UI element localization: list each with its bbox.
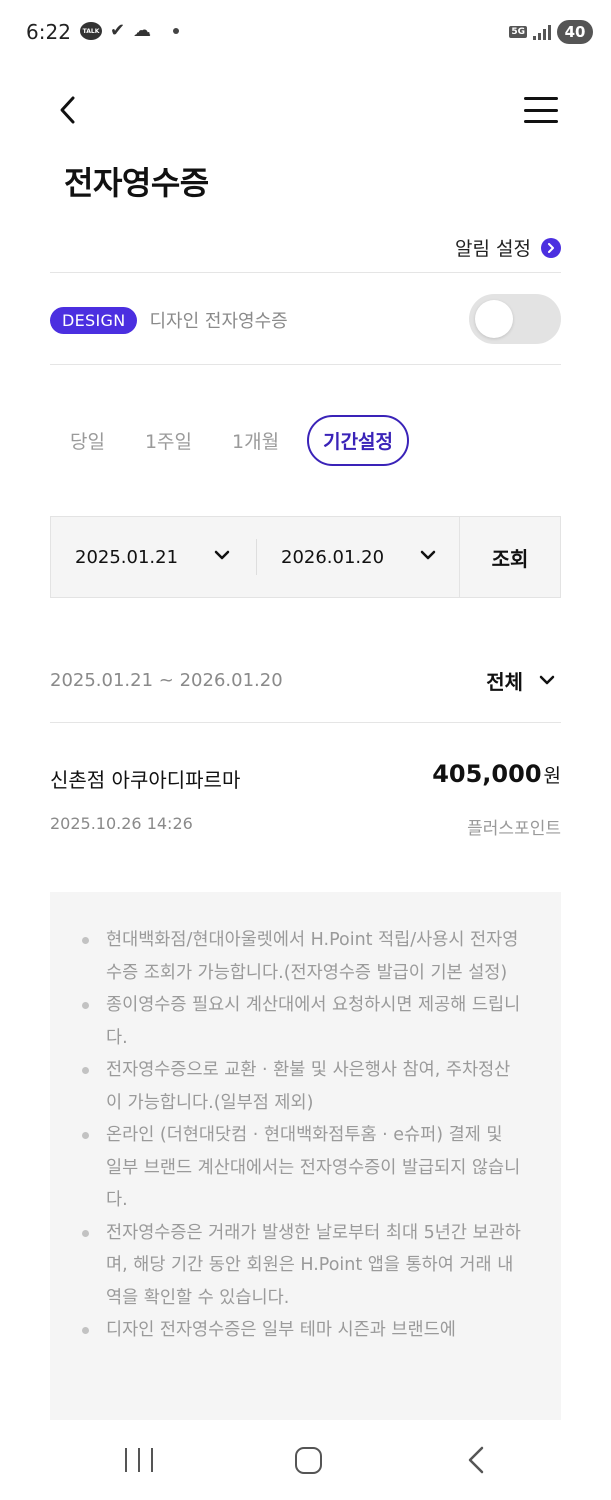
- notification-icons: TALK ✔ ☁: [80, 20, 180, 41]
- design-receipt-toggle[interactable]: [469, 294, 561, 344]
- kakaotalk-icon: TALK: [80, 22, 102, 40]
- start-date-value: 2025.01.21: [75, 546, 179, 568]
- chevron-down-icon: [539, 675, 555, 685]
- results-header: 2025.01.21 ~ 2026.01.20 전체: [50, 664, 561, 696]
- receipt-datetime: 2025.10.26 14:26: [50, 814, 193, 833]
- weather-icon: ☁: [133, 20, 152, 41]
- back-icon[interactable]: [466, 1445, 486, 1475]
- end-date-value: 2026.01.20: [281, 546, 385, 568]
- divider: [50, 364, 561, 365]
- notice-item: 전자영수증은 거래가 발생한 날로부터 최대 5년간 보관하며, 해당 기간 동…: [82, 1217, 521, 1315]
- search-button[interactable]: 조회: [459, 517, 560, 597]
- divider: [50, 722, 561, 723]
- receipt-payment-method: 플러스포인트: [467, 819, 561, 839]
- notice-item: 종이영수증 필요시 계산대에서 요청하시면 제공해 드립니다.: [82, 989, 521, 1054]
- notice-item: 온라인 (더현대닷컴 · 현대백화점투홈 · e슈퍼) 결제 및 일부 브랜드 …: [82, 1119, 521, 1217]
- toggle-knob: [475, 300, 513, 338]
- end-date-select[interactable]: 2026.01.20: [257, 517, 462, 597]
- hamburger-menu-icon[interactable]: [522, 94, 560, 126]
- notice-item: 전자영수증으로 교환 · 환불 및 사은행사 참여, 주차정산이 가능합니다.(…: [82, 1054, 521, 1119]
- chevron-down-icon: [420, 550, 436, 560]
- back-button[interactable]: [50, 90, 84, 130]
- alarm-settings-link[interactable]: 알림 설정: [455, 234, 561, 261]
- tab-1-week[interactable]: 1주일: [125, 427, 212, 454]
- home-icon[interactable]: [295, 1447, 322, 1474]
- tab-today[interactable]: 당일: [50, 427, 125, 454]
- notice-panel: 현대백화점/현대아울렛에서 H.Point 적립/사용시 전자영수증 조회가 가…: [50, 892, 561, 1420]
- notice-item: 현대백화점/현대아울렛에서 H.Point 적립/사용시 전자영수증 조회가 가…: [82, 924, 521, 989]
- signal-icon: [533, 24, 551, 40]
- filter-label: 전체: [486, 669, 523, 694]
- notice-list: 현대백화점/현대아울렛에서 H.Point 적립/사용시 전자영수증 조회가 가…: [82, 924, 521, 1347]
- battery-icon: 40: [557, 20, 593, 44]
- chevron-left-icon: [60, 96, 75, 124]
- receipt-list-item[interactable]: 신촌점 아쿠아디파르마 405,000 원 2025.10.26 14:26 플…: [50, 760, 561, 846]
- date-range-selector: 2025.01.21 2026.01.20 조회: [50, 516, 561, 598]
- checkmark-icon: ✔: [110, 20, 126, 41]
- more-notifications-icon: [173, 28, 180, 34]
- tab-1-month[interactable]: 1개월: [212, 427, 299, 454]
- status-time: 6:22: [26, 20, 71, 44]
- notice-item: 디자인 전자영수증은 일부 테마 시즌과 브랜드에: [82, 1314, 521, 1347]
- recent-apps-icon[interactable]: [125, 1448, 153, 1472]
- design-badge: DESIGN: [50, 306, 138, 334]
- design-receipt-row: DESIGN 디자인 전자영수증: [50, 294, 561, 344]
- page-title: 전자영수증: [64, 164, 209, 202]
- period-tabs: 당일 1주일 1개월 기간설정: [50, 414, 410, 466]
- alarm-settings-label: 알림 설정: [455, 238, 531, 260]
- filter-dropdown[interactable]: 전체: [486, 664, 555, 696]
- network-5g-icon: 5G: [509, 26, 527, 38]
- status-bar: 6:22 TALK ✔ ☁ 5G 40: [0, 0, 611, 68]
- receipt-amount-value: 405,000: [432, 760, 542, 788]
- receipt-store: 신촌점 아쿠아디파르마: [50, 768, 241, 792]
- system-navigation-bar: [0, 1420, 611, 1500]
- receipt-amount: 405,000 원: [432, 760, 561, 788]
- start-date-select[interactable]: 2025.01.21: [51, 517, 256, 597]
- system-icons: 5G 40: [509, 20, 593, 44]
- tab-custom-period[interactable]: 기간설정: [307, 414, 410, 466]
- divider: [50, 272, 561, 273]
- chevron-right-icon: [541, 237, 561, 258]
- receipt-amount-unit: 원: [543, 765, 561, 787]
- chevron-down-icon: [214, 550, 230, 560]
- range-text: 2025.01.21 ~ 2026.01.20: [50, 669, 283, 691]
- design-receipt-label: 디자인 전자영수증: [149, 311, 288, 332]
